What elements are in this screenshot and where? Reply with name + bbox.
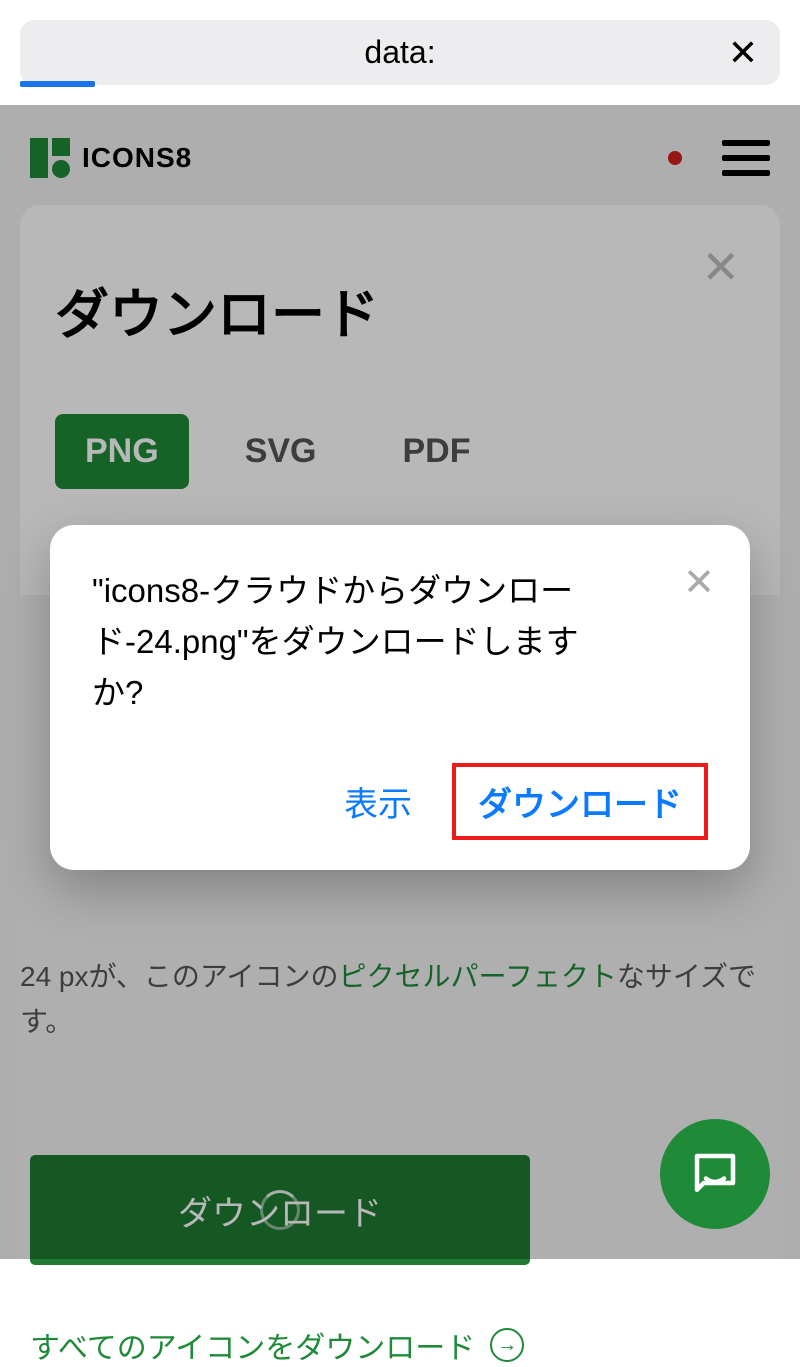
address-field[interactable]: data: ✕ xyxy=(20,20,780,85)
confirm-download-button[interactable]: ダウンロード xyxy=(452,763,708,840)
page-load-progress xyxy=(20,81,95,87)
download-confirm-dialog: ✕ "icons8-クラウドからダウンロード-24.png"をダウンロードします… xyxy=(50,525,750,870)
chat-fab[interactable] xyxy=(660,1119,770,1229)
download-all-label: すべてのアイコンをダウンロード xyxy=(30,1323,475,1367)
dialog-message: "icons8-クラウドからダウンロード-24.png"をダウンロードしますか? xyxy=(92,565,708,718)
download-all-link[interactable]: すべてのアイコンをダウンロード → xyxy=(30,1323,524,1367)
address-url: data: xyxy=(364,34,435,71)
stop-load-icon[interactable]: ✕ xyxy=(728,35,758,71)
arrow-right-circle-icon: → xyxy=(490,1328,524,1362)
chat-icon xyxy=(688,1147,742,1201)
dialog-actions: 表示 ダウンロード xyxy=(92,763,708,840)
browser-address-bar: data: ✕ xyxy=(0,0,800,105)
view-button[interactable]: 表示 xyxy=(344,777,412,826)
dialog-close-icon[interactable]: ✕ xyxy=(683,560,715,605)
